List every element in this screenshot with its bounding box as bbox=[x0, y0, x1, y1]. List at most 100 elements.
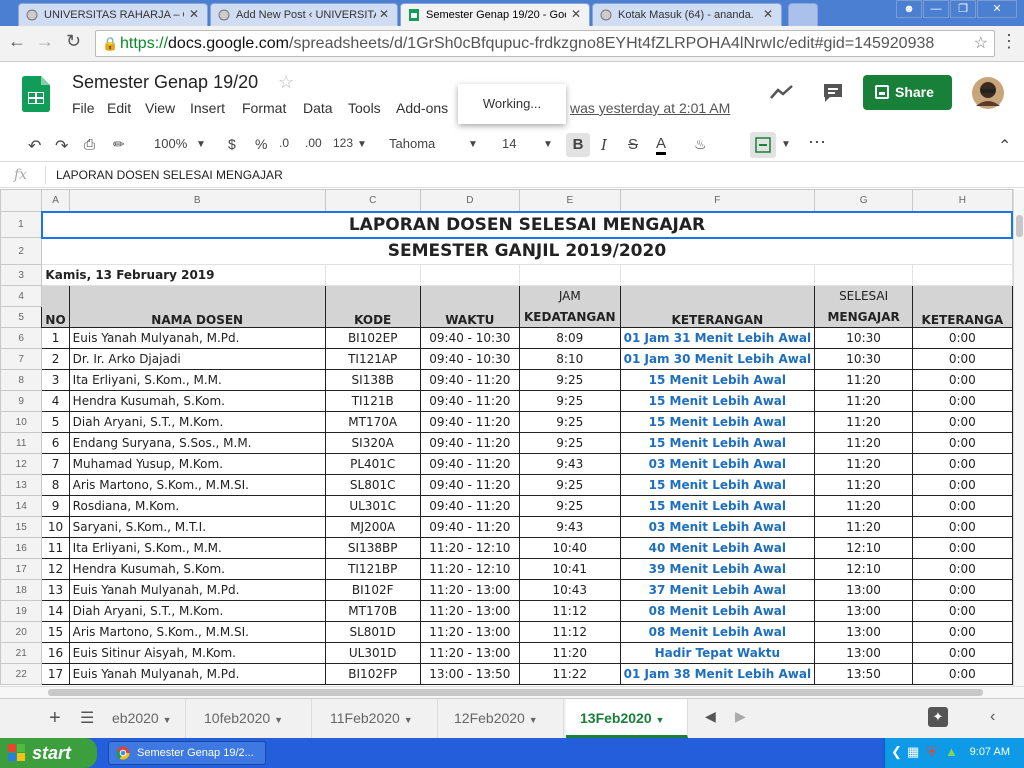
cell-keterangan[interactable]: 03 Menit Lebih Awal bbox=[619, 453, 816, 475]
cell-keterangan-2[interactable]: 0:00 bbox=[912, 390, 1013, 412]
decrease-decimal-button[interactable]: .0 bbox=[279, 136, 289, 150]
tray-expand-icon[interactable]: ❮ bbox=[891, 744, 902, 760]
browser-tab-4[interactable]: Kotak Masuk (64) - ananda. ✕ bbox=[592, 3, 782, 26]
undo-icon[interactable]: ↶ bbox=[28, 136, 41, 156]
menu-tools[interactable]: Tools bbox=[348, 100, 381, 116]
cell-jam-kedatangan[interactable]: 9:25 bbox=[518, 432, 621, 454]
cell-nama-dosen[interactable]: Muhamad Yusup, M.Kom. bbox=[68, 453, 326, 475]
row-header[interactable]: 8 bbox=[0, 369, 43, 391]
cell-jam-kedatangan[interactable]: 8:09 bbox=[518, 327, 621, 349]
row-header[interactable]: 15 bbox=[0, 516, 43, 538]
formula-input[interactable]: LAPORAN DOSEN SELESAI MENGAJAR bbox=[56, 168, 283, 182]
cell-keterangan[interactable]: 15 Menit Lebih Awal bbox=[619, 432, 816, 454]
cell-waktu[interactable]: 11:20 - 12:10 bbox=[419, 558, 520, 580]
cell-kode[interactable]: MT170A bbox=[324, 411, 421, 433]
header-waktu[interactable]: WAKTU bbox=[419, 285, 520, 328]
close-icon[interactable]: ✕ bbox=[379, 7, 389, 21]
cell-keterangan-2[interactable]: 0:00 bbox=[912, 369, 1013, 391]
cell-keterangan[interactable]: 40 Menit Lebih Awal bbox=[619, 537, 816, 559]
increase-decimal-button[interactable]: .00 bbox=[305, 136, 322, 150]
forward-arrow-icon[interactable]: → bbox=[36, 31, 54, 52]
cell-jam-kedatangan[interactable]: 9:43 bbox=[518, 453, 621, 475]
chevron-down-icon[interactable]: ▼ bbox=[781, 139, 791, 150]
new-tab-button[interactable] bbox=[788, 3, 818, 26]
cell-waktu[interactable]: 09:40 - 10:30 bbox=[419, 348, 520, 370]
cell-keterangan[interactable]: Hadir Tepat Waktu bbox=[619, 642, 816, 664]
menu-insert[interactable]: Insert bbox=[190, 100, 225, 116]
currency-button[interactable]: $ bbox=[228, 136, 236, 152]
cell-keterangan-2[interactable]: 0:00 bbox=[912, 327, 1013, 349]
strikethrough-button[interactable]: S bbox=[628, 136, 638, 153]
row-header[interactable]: 12 bbox=[0, 453, 43, 475]
cell-keterangan-2[interactable]: 0:00 bbox=[912, 411, 1013, 433]
comments-icon[interactable] bbox=[822, 82, 844, 104]
cell-no[interactable]: 8 bbox=[41, 474, 70, 496]
cell-selesai-mengajar[interactable]: 11:20 bbox=[814, 411, 914, 433]
cell-selesai-mengajar[interactable]: 13:00 bbox=[814, 621, 914, 643]
cell-keterangan[interactable]: 15 Menit Lebih Awal bbox=[619, 390, 816, 412]
chrome-menu-icon[interactable]: ⋮ bbox=[1000, 31, 1018, 52]
scroll-tabs-left-icon[interactable]: ◀ bbox=[705, 708, 716, 725]
cell-no[interactable]: 2 bbox=[41, 348, 70, 370]
add-sheet-icon[interactable]: + bbox=[49, 707, 61, 730]
url-input[interactable]: 🔒 https://docs.google.com/spreadsheets/d… bbox=[95, 30, 995, 57]
cell-jam-kedatangan[interactable]: 9:43 bbox=[518, 516, 621, 538]
cell-selesai-mengajar[interactable]: 11:20 bbox=[814, 453, 914, 475]
cell-nama-dosen[interactable]: Aris Martono, S.Kom., M.M.SI. bbox=[68, 474, 326, 496]
tab-sheet[interactable]: 12Feb2020 ▼ bbox=[440, 699, 564, 738]
cell-selesai-mengajar[interactable]: 11:20 bbox=[814, 390, 914, 412]
cell-keterangan[interactable]: 08 Menit Lebih Awal bbox=[619, 600, 816, 622]
close-icon[interactable]: ✕ bbox=[763, 7, 773, 21]
header-keterangan[interactable]: KETERANGAN bbox=[619, 285, 816, 328]
tab-sheet[interactable]: 10feb2020 ▼ bbox=[190, 699, 312, 738]
browser-tab-2[interactable]: Add New Post ‹ UNIVERSITA ✕ bbox=[210, 3, 398, 26]
cell-waktu[interactable]: 09:40 - 11:20 bbox=[419, 369, 520, 391]
window-close-icon[interactable]: ✕ bbox=[977, 0, 1017, 18]
redo-icon[interactable]: ↷ bbox=[55, 136, 68, 156]
cell-no[interactable]: 14 bbox=[41, 600, 70, 622]
cell-no[interactable]: 9 bbox=[41, 495, 70, 517]
font-family-select[interactable]: Tahoma bbox=[389, 136, 435, 151]
cell-keterangan[interactable]: 01 Jam 30 Menit Lebih Awal bbox=[619, 348, 816, 370]
restore-icon[interactable]: ❐ bbox=[950, 0, 976, 18]
cell-waktu[interactable]: 09:40 - 11:20 bbox=[419, 474, 520, 496]
cell-no[interactable]: 5 bbox=[41, 411, 70, 433]
cell-waktu[interactable]: 11:20 - 13:00 bbox=[419, 600, 520, 622]
cell-jam-kedatangan[interactable]: 9:25 bbox=[518, 369, 621, 391]
scroll-tabs-right-icon[interactable]: ▶ bbox=[735, 708, 746, 725]
cell-jam-kedatangan[interactable]: 9:25 bbox=[518, 474, 621, 496]
cell-nama-dosen[interactable]: Aris Martono, S.Kom., M.M.SI. bbox=[68, 621, 326, 643]
sheets-logo-icon[interactable] bbox=[22, 76, 50, 112]
cell-no[interactable]: 15 bbox=[41, 621, 70, 643]
cell-keterangan-2[interactable]: 0:00 bbox=[912, 663, 1013, 685]
cell-keterangan-2[interactable]: 0:00 bbox=[912, 453, 1013, 475]
row-header[interactable]: 17 bbox=[0, 558, 43, 580]
cell-jam-kedatangan[interactable]: 9:25 bbox=[518, 390, 621, 412]
minimize-icon[interactable]: — bbox=[923, 0, 949, 18]
cell-keterangan-2[interactable]: 0:00 bbox=[912, 495, 1013, 517]
more-options-icon[interactable]: ⋯ bbox=[808, 132, 826, 153]
cell-kode[interactable]: SI138BP bbox=[324, 537, 421, 559]
cell-nama-dosen[interactable]: Euis Sitinur Aisyah, M.Kom. bbox=[68, 642, 326, 664]
cell-jam-kedatangan[interactable]: 9:25 bbox=[518, 495, 621, 517]
cell-keterangan[interactable]: 01 Jam 31 Menit Lebih Awal bbox=[619, 327, 816, 349]
close-icon[interactable]: ✕ bbox=[189, 7, 199, 21]
cell-keterangan-2[interactable]: 0:00 bbox=[912, 474, 1013, 496]
cell-nama-dosen[interactable]: Diah Aryani, S.T., M.Kom. bbox=[68, 600, 326, 622]
row-header[interactable]: 3 bbox=[0, 264, 43, 286]
fill-color-icon[interactable]: ♨ bbox=[694, 136, 707, 153]
cell-kode[interactable]: SI320A bbox=[324, 432, 421, 454]
row-header[interactable]: 4 bbox=[0, 285, 43, 307]
cell-waktu[interactable]: 11:20 - 12:10 bbox=[419, 537, 520, 559]
cell-nama-dosen[interactable]: Euis Yanah Mulyanah, M.Pd. bbox=[68, 579, 326, 601]
cell-kode[interactable]: BI102F bbox=[324, 579, 421, 601]
row-header[interactable]: 20 bbox=[0, 621, 43, 643]
sheet-subtitle-cell[interactable]: SEMESTER GANJIL 2019/2020 bbox=[41, 237, 1013, 265]
cell-no[interactable]: 1 bbox=[41, 327, 70, 349]
cell-jam-kedatangan[interactable]: 10:43 bbox=[518, 579, 621, 601]
chevron-down-icon[interactable]: ▼ bbox=[468, 139, 478, 150]
cell-jam-kedatangan[interactable]: 8:10 bbox=[518, 348, 621, 370]
cell-keterangan-2[interactable]: 0:00 bbox=[912, 642, 1013, 664]
zoom-select[interactable]: 100% bbox=[154, 136, 187, 151]
document-title[interactable]: Semester Genap 19/20 bbox=[72, 72, 258, 93]
